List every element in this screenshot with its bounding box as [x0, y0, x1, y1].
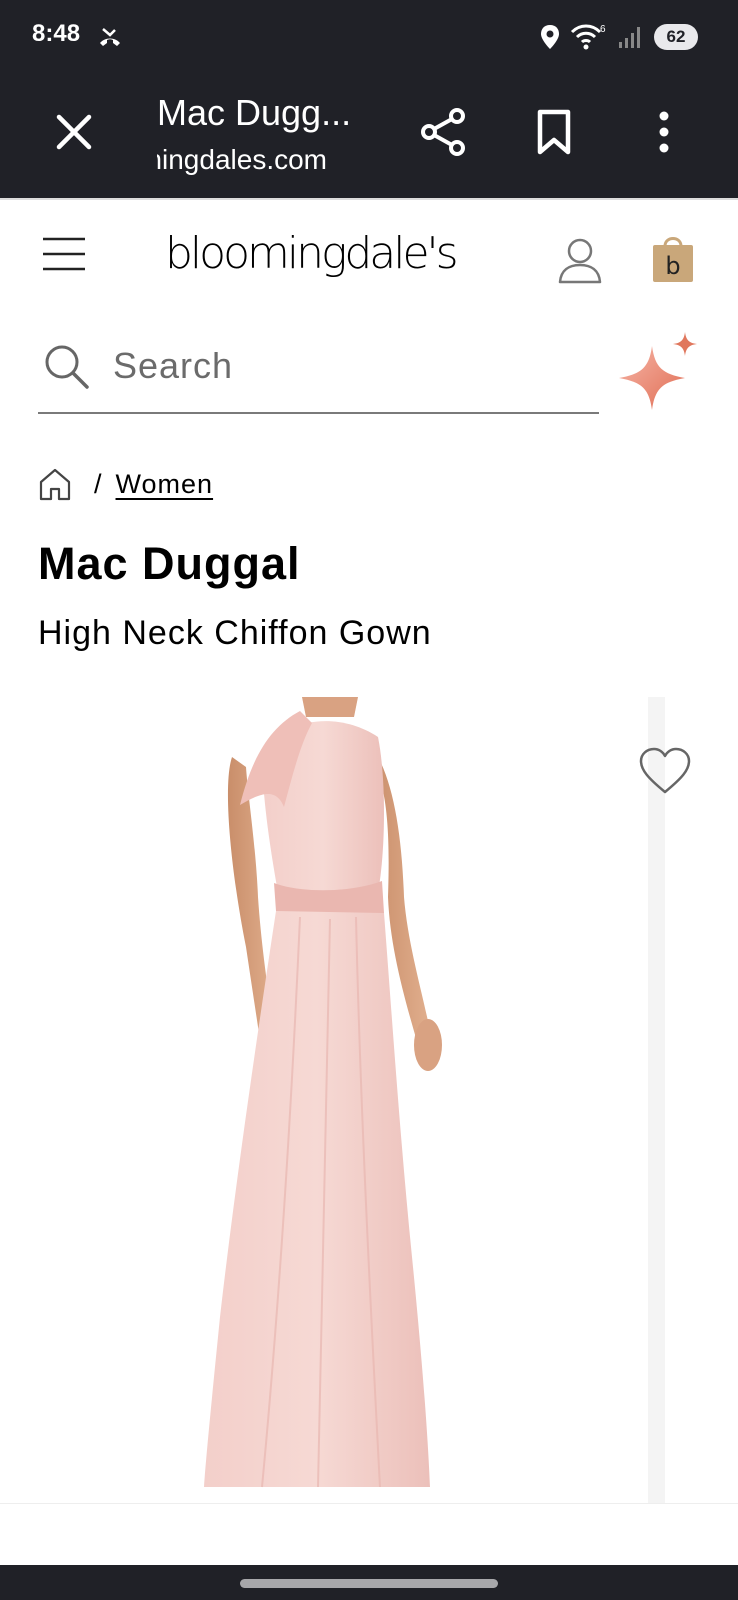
svg-text:b: b [665, 252, 680, 280]
share-icon[interactable] [418, 106, 470, 158]
bookmark-icon[interactable] [530, 106, 578, 158]
system-nav-bar [0, 1565, 738, 1600]
tab-title: Mac Dugg... [157, 92, 352, 133]
breadcrumb-separator: / [94, 468, 102, 499]
product-title: High Neck Chiffon Gown [38, 614, 432, 652]
heart-icon[interactable] [638, 746, 692, 796]
status-bar: 8:48 6 62 [0, 0, 738, 76]
browser-toolbar: Mac Dugg... bloomingdales.com [0, 76, 738, 200]
battery-indicator: 62 [654, 24, 698, 50]
status-time: 8:48 [32, 20, 81, 47]
wifi-icon: 6 [570, 24, 606, 50]
search-input[interactable] [113, 340, 583, 392]
site-logo[interactable]: bloomingdale's [165, 228, 459, 279]
divider [0, 1503, 738, 1504]
account-icon[interactable] [557, 236, 603, 284]
product-brand[interactable]: Mac Duggal [38, 538, 301, 590]
image-carousel-edge [648, 697, 665, 1503]
breadcrumb-link-women[interactable]: Women [116, 469, 214, 500]
signal-icon [619, 27, 640, 48]
ai-sparkle-icon[interactable] [617, 330, 701, 416]
product-image[interactable] [0, 697, 665, 1503]
breadcrumb: / Women [38, 462, 213, 506]
status-icons: 6 62 [540, 22, 698, 52]
home-icon[interactable] [38, 467, 72, 501]
missed-call-icon [100, 28, 120, 46]
close-icon[interactable] [50, 108, 98, 156]
location-icon [541, 25, 559, 49]
search-icon[interactable] [42, 342, 90, 390]
gesture-handle[interactable] [240, 1579, 498, 1588]
more-options-icon[interactable] [642, 106, 686, 158]
tab-url: bloomingdales.com [157, 144, 327, 175]
hamburger-menu-icon[interactable] [42, 236, 86, 272]
wifi-label: 6 [600, 24, 606, 35]
gown-illustration [204, 697, 442, 1488]
search-bar [38, 332, 599, 414]
shopping-bag-icon[interactable]: b [651, 232, 695, 284]
